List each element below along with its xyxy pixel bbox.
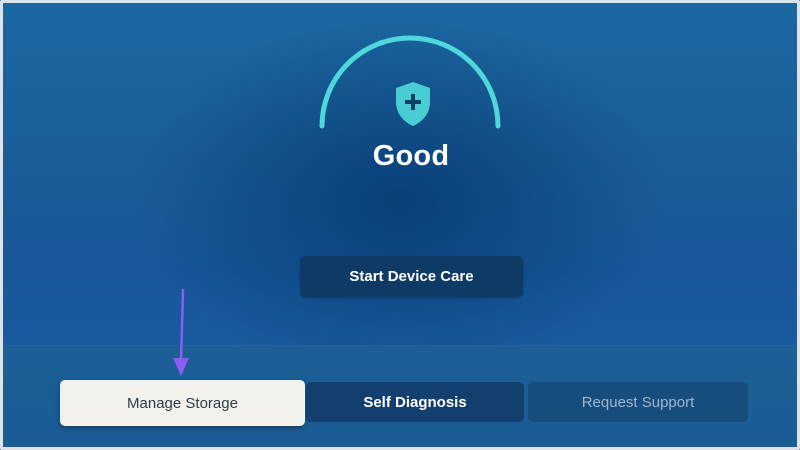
status-label: Good bbox=[372, 140, 450, 172]
device-care-status-area: Good Start Device Care bbox=[0, 0, 800, 345]
arrow-down-icon bbox=[173, 288, 189, 376]
manage-storage-button[interactable]: Manage Storage bbox=[60, 380, 305, 426]
bottom-menu-bar: Manage Storage Self Diagnosis Request Su… bbox=[0, 345, 800, 450]
self-diagnosis-button[interactable]: Self Diagnosis bbox=[306, 382, 524, 422]
start-device-care-button[interactable]: Start Device Care bbox=[300, 256, 523, 297]
request-support-button[interactable]: Request Support bbox=[528, 382, 748, 422]
bottom-menu: Manage Storage Self Diagnosis Request Su… bbox=[0, 346, 800, 450]
shield-plus-icon bbox=[396, 82, 430, 126]
